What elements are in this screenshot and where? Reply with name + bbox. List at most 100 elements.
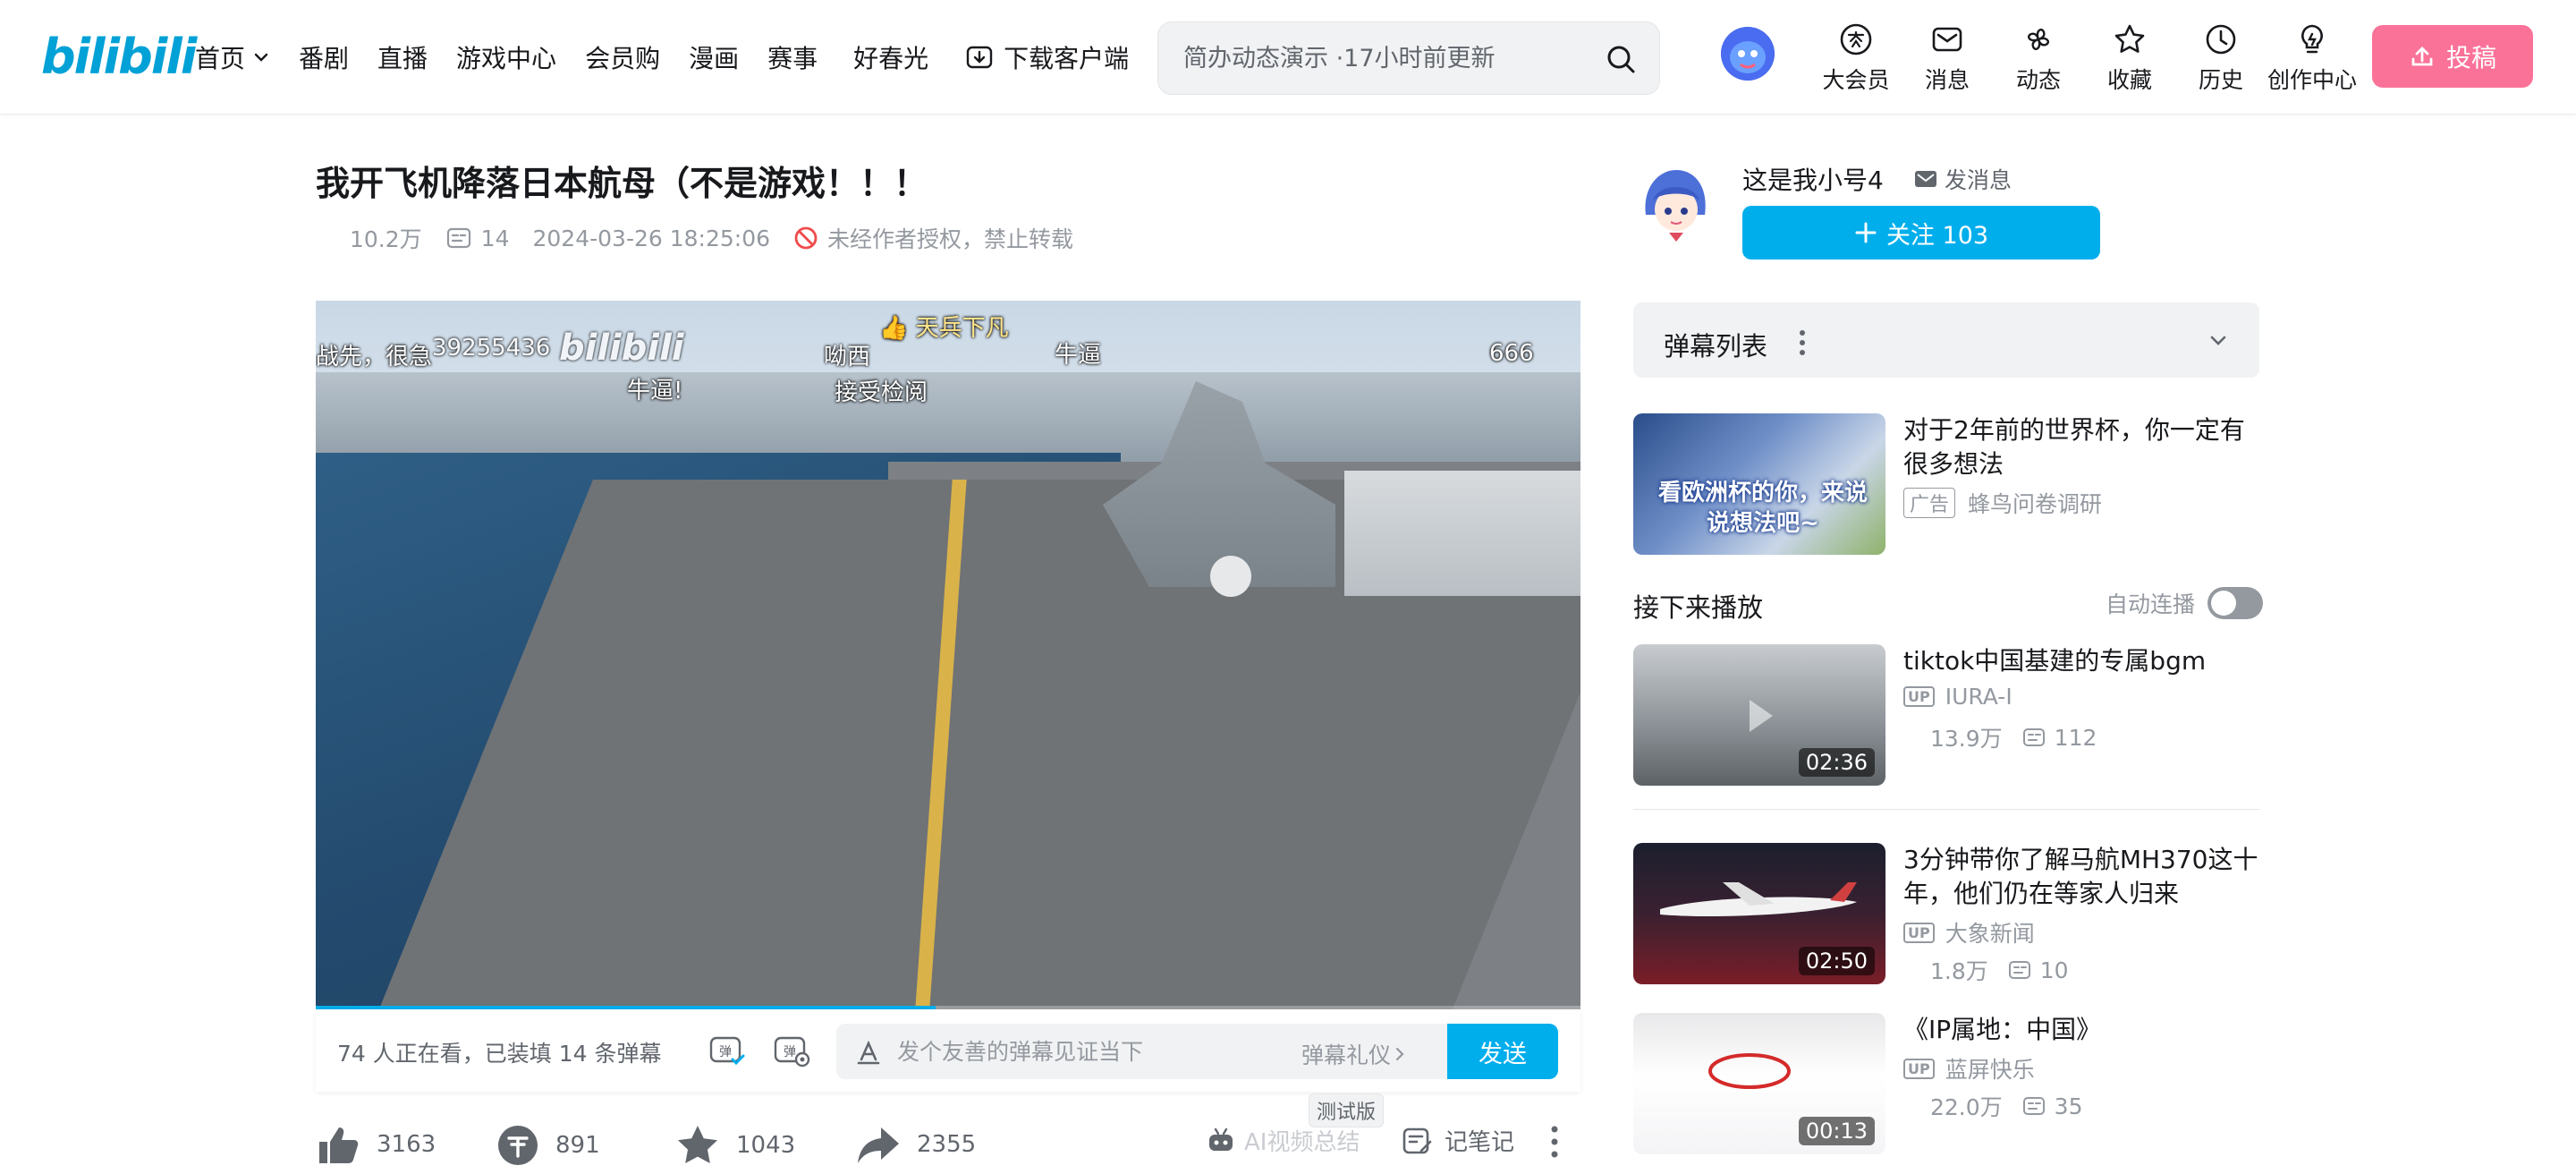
- up-badge-icon: UP: [1903, 1058, 1935, 1079]
- follow-button[interactable]: 关注 103: [1742, 206, 2100, 259]
- recommended-video[interactable]: 02:36 tiktok中国基建的专属bgm UP IURA-I 13.9万 1…: [1633, 644, 2259, 789]
- danmaku-etiquette-link[interactable]: 弹幕礼仪: [1301, 1038, 1409, 1070]
- star-icon: [2114, 24, 2145, 53]
- header-favorites[interactable]: 收藏: [2084, 21, 2175, 95]
- danmaku-input[interactable]: [897, 1036, 1309, 1067]
- header-dynamic[interactable]: 动态: [1993, 21, 2084, 95]
- search-input[interactable]: [1183, 40, 1577, 76]
- nav-download-client[interactable]: 下载客户端: [964, 39, 1129, 75]
- svg-text:弹: 弹: [719, 1045, 732, 1059]
- play-overlay-icon: [1750, 700, 1773, 732]
- chevron-right-icon: [1395, 1047, 1404, 1061]
- danmaku-text: 接受检阅: [835, 379, 928, 406]
- video-thumbnail[interactable]: 02:36: [1633, 644, 1885, 786]
- uploader-avatar[interactable]: [1637, 161, 1714, 249]
- danmaku-send-button[interactable]: 发送: [1447, 1024, 1558, 1079]
- ad-source: 广告 蜂鸟问卷调研: [1903, 487, 2102, 519]
- header-history[interactable]: 历史: [2175, 21, 2267, 95]
- video-toolbar: 3163 891 1043 2355 测试版 AI视频总结 记笔记: [316, 1093, 1580, 1172]
- video-duration: 00:13: [1798, 1117, 1875, 1145]
- header-creator-center[interactable]: 创作中心: [2267, 21, 2358, 95]
- more-options-button[interactable]: [1550, 1124, 1575, 1160]
- ad-thumbnail[interactable]: 看欧洲杯的你，来说说想法吧~: [1633, 413, 1885, 555]
- up-badge-icon: UP: [1903, 922, 1935, 943]
- share-button[interactable]: 2355: [856, 1124, 976, 1165]
- top-header: bilibili 首页 番剧 直播 游戏中心 会员购 漫画 赛事 好春光 下载客…: [0, 0, 2576, 115]
- ad-title[interactable]: 对于2年前的世界杯，你一定有很多想法: [1903, 413, 2261, 481]
- publish-date: 2024-03-26 18:25:06: [532, 225, 770, 251]
- danmaku-text: 战先，很急: [316, 344, 433, 370]
- nav-anime[interactable]: 番剧: [299, 39, 349, 75]
- danmaku-count-icon: [2022, 1097, 2045, 1115]
- red-circle-annotation-icon: [1708, 1053, 1791, 1089]
- chevron-down-icon: [254, 53, 268, 62]
- anime-avatar-icon: [1645, 170, 1706, 249]
- nav-mall[interactable]: 会员购: [585, 39, 660, 75]
- video-player[interactable]: 战先，很急 39255436 bilibili 牛逼! 呦西 接受检阅 👍 天兵…: [316, 301, 1580, 1009]
- nav-game-center[interactable]: 游戏中心: [456, 39, 556, 75]
- danmaku-list-panel[interactable]: 弹幕列表: [1633, 302, 2259, 378]
- video-thumbnail[interactable]: 00:13: [1633, 1013, 1885, 1154]
- send-message-button[interactable]: 发消息: [1914, 163, 2012, 195]
- danmaku-list-expand-button[interactable]: [2206, 328, 2231, 353]
- nav-manga[interactable]: 漫画: [689, 39, 739, 75]
- text-style-icon[interactable]: [854, 1038, 883, 1067]
- search-button[interactable]: [1600, 38, 1641, 80]
- video-title[interactable]: 3分钟带你了解马航MH370这十年，他们仍在等家人归来: [1903, 843, 2261, 911]
- video-uploader[interactable]: UP IURA-I: [1903, 684, 2012, 710]
- header-message[interactable]: 消息: [1902, 21, 1993, 95]
- forbidden-icon: [794, 226, 818, 250]
- nav-spring[interactable]: 好春光: [853, 39, 928, 75]
- notes-icon: [1402, 1127, 1432, 1153]
- ai-summary-button[interactable]: AI视频总结: [1207, 1124, 1360, 1157]
- danmaku-settings-icon: 弹: [774, 1036, 810, 1068]
- danmaku-settings-button[interactable]: 弹: [772, 1031, 811, 1070]
- nav-esports[interactable]: 赛事: [767, 39, 818, 75]
- avatar-image-icon: [1721, 27, 1775, 81]
- danmaku-count-icon: [2008, 961, 2030, 979]
- danmaku-text-highlight: 👍 天兵下凡: [879, 315, 1009, 342]
- recommended-video[interactable]: 02:50 3分钟带你了解马航MH370这十年，他们仍在等家人归来 UP 大象新…: [1633, 843, 2259, 988]
- airplane-icon: [1660, 882, 1857, 917]
- video-meta: 10.2万 14 2024-03-26 18:25:06 未经作者授权，禁止转载: [316, 222, 1097, 254]
- chevron-down-icon: [2210, 336, 2226, 345]
- ad-card[interactable]: 看欧洲杯的你，来说说想法吧~ 对于2年前的世界杯，你一定有很多想法 广告 蜂鸟问…: [1633, 413, 2259, 557]
- divider: [1633, 809, 2259, 810]
- autoplay-toggle[interactable]: 自动连播: [2106, 587, 2264, 619]
- ad-badge: 广告: [1903, 488, 1956, 518]
- search-icon: [1607, 46, 1635, 73]
- danmaku-toggle-button[interactable]: 弹: [708, 1031, 747, 1070]
- video-title[interactable]: 《IP属地：中国》: [1903, 1013, 2261, 1047]
- header-vip[interactable]: 大会员: [1810, 21, 1902, 95]
- video-thumbnail[interactable]: 02:50: [1633, 843, 1885, 984]
- ad-thumbnail-text: 看欧洲杯的你，来说说想法吧~: [1657, 480, 1868, 537]
- bilibili-logo[interactable]: bilibili: [41, 29, 197, 85]
- danmaku-list-more-button[interactable]: [1798, 329, 1807, 356]
- video-uploader[interactable]: UP 大象新闻: [1903, 916, 2035, 949]
- thumbs-up-icon: [319, 1127, 359, 1163]
- nav-live[interactable]: 直播: [377, 39, 428, 75]
- video-title[interactable]: tiktok中国基建的专属bgm: [1903, 644, 2261, 678]
- nav-home[interactable]: 首页: [195, 39, 270, 75]
- video-stats: 1.8万 10: [1905, 954, 2069, 986]
- favorite-button[interactable]: 1043: [675, 1124, 795, 1167]
- like-button[interactable]: 3163: [316, 1124, 436, 1165]
- coin-button[interactable]: 891: [496, 1124, 600, 1167]
- uploader-name[interactable]: 这是我小号4: [1742, 161, 1884, 197]
- notes-button[interactable]: 记笔记: [1402, 1124, 1514, 1157]
- plus-icon: [1855, 222, 1877, 243]
- upload-button[interactable]: 投稿: [2372, 25, 2533, 88]
- danmaku-list-title: 弹幕列表: [1664, 331, 1768, 362]
- envelope-icon: [1915, 171, 1936, 187]
- video-stats: 13.9万 112: [1905, 721, 2097, 753]
- recommended-video[interactable]: 00:13 《IP属地：中国》 UP 蓝屏快乐 22.0万 35: [1633, 1013, 2259, 1158]
- video-duration: 02:50: [1798, 947, 1875, 975]
- bulb-icon: [2301, 24, 2323, 54]
- play-count-icon: [1905, 728, 1923, 746]
- video-duration: 02:36: [1798, 748, 1875, 777]
- user-avatar[interactable]: [1721, 27, 1775, 81]
- video-uploader[interactable]: UP 蓝屏快乐: [1903, 1052, 2035, 1085]
- autoplay-switch[interactable]: [2207, 587, 2264, 619]
- play-count-icon: [1905, 1097, 1923, 1115]
- message-icon: [1932, 27, 1962, 52]
